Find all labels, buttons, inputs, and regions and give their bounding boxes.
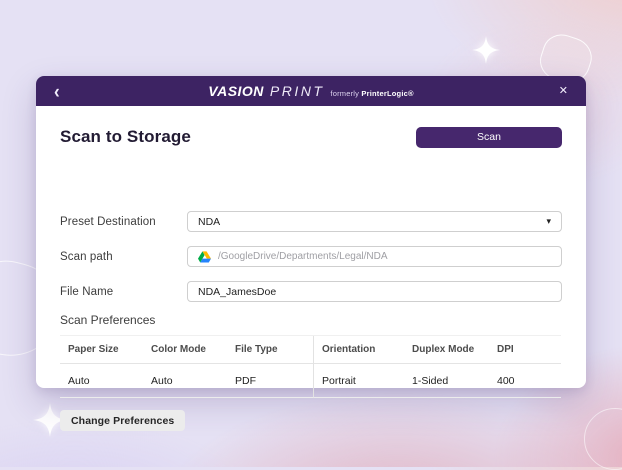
scan-preferences-table: Paper Size Color Mode File Type Orientat… — [60, 335, 561, 398]
cell-paper-size: Auto — [60, 364, 143, 398]
cell-color-mode: Auto — [143, 364, 227, 398]
col-header-duplex-mode: Duplex Mode — [404, 336, 489, 364]
cell-duplex-mode: 1-Sided — [404, 364, 489, 398]
sparkle-star-top-right — [472, 36, 500, 64]
arc-outline-bottom-right-decoration — [584, 408, 622, 470]
dialog-titlebar: ‹ VASION PRINT formerly PrinterLogic® ✕ — [36, 76, 586, 106]
scan-path-value: /GoogleDrive/Departments/Legal/NDA — [218, 251, 388, 262]
col-header-dpi: DPI — [489, 336, 561, 364]
logo-vasion-text: VASION — [208, 83, 264, 99]
change-preferences-button[interactable]: Change Preferences — [60, 410, 185, 431]
vasion-print-logo: VASION PRINT formerly PrinterLogic® — [208, 83, 413, 99]
page-title: Scan to Storage — [60, 127, 191, 147]
preset-destination-row: Preset Destination NDA ▾ — [60, 211, 562, 232]
file-name-row: File Name — [60, 281, 562, 302]
dialog-body: Scan to Storage Scan Preset Destination … — [36, 126, 586, 148]
file-name-label: File Name — [60, 286, 113, 298]
col-header-orientation: Orientation — [313, 336, 404, 364]
col-header-paper-size: Paper Size — [60, 336, 143, 364]
col-header-file-type: File Type — [227, 336, 313, 364]
close-icon[interactable]: ✕ — [552, 86, 568, 97]
scan-path-label: Scan path — [60, 251, 113, 263]
col-header-color-mode: Color Mode — [143, 336, 227, 364]
logo-formerly-text: formerly PrinterLogic® — [330, 89, 413, 98]
logo-print-text: PRINT — [270, 83, 325, 99]
file-name-input[interactable] — [187, 281, 562, 302]
preset-destination-select[interactable]: NDA ▾ — [187, 211, 562, 232]
page-header-row: Scan to Storage Scan — [60, 126, 562, 148]
scan-path-field[interactable]: /GoogleDrive/Departments/Legal/NDA — [187, 246, 562, 267]
google-drive-icon — [198, 251, 211, 263]
preset-destination-label: Preset Destination — [60, 216, 156, 228]
cell-dpi: 400 — [489, 364, 561, 398]
scan-button[interactable]: Scan — [416, 127, 562, 148]
cell-orientation: Portrait — [313, 364, 404, 398]
chevron-down-icon: ▾ — [546, 216, 551, 227]
cell-file-type: PDF — [227, 364, 313, 398]
scan-to-storage-dialog: ‹ VASION PRINT formerly PrinterLogic® ✕ … — [36, 76, 586, 388]
back-button[interactable]: ‹ — [54, 81, 70, 101]
preset-destination-value: NDA — [198, 216, 220, 228]
scan-preferences-heading: Scan Preferences — [60, 313, 155, 327]
scan-path-row: Scan path /GoogleDrive/Departments/Legal… — [60, 246, 562, 267]
